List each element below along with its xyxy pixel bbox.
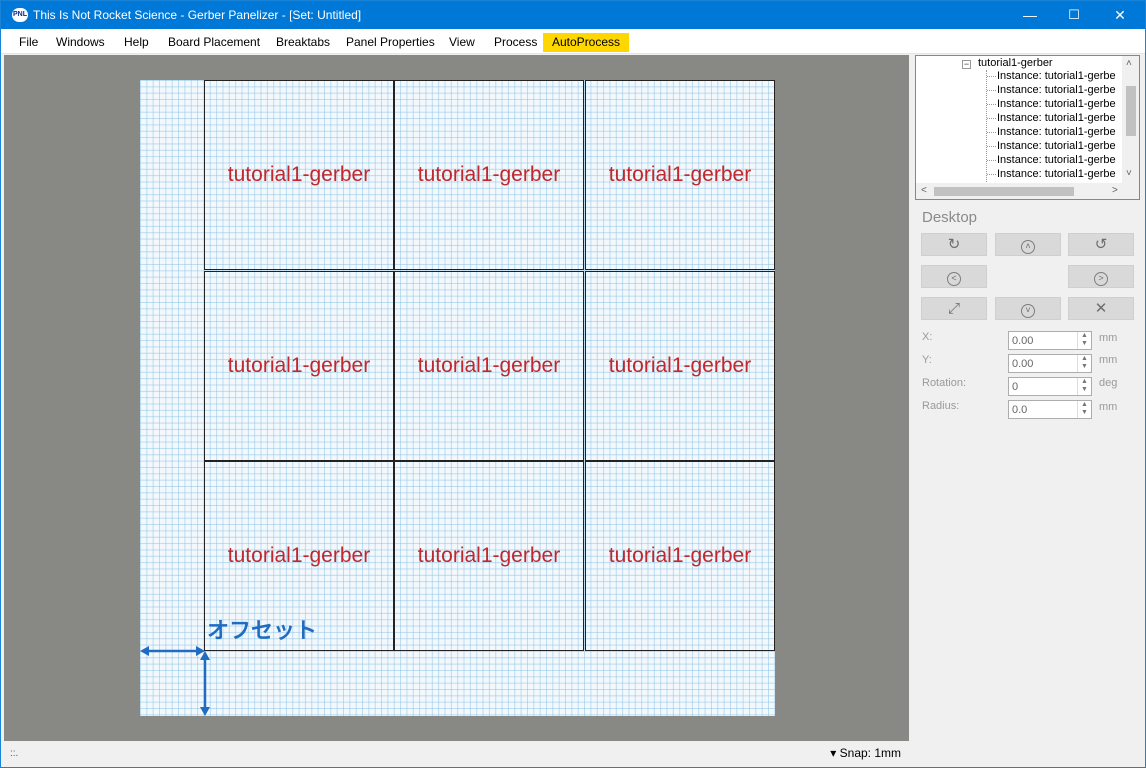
move-right-button[interactable]: >	[1068, 265, 1134, 288]
panel-section-title: Desktop	[922, 209, 978, 226]
status-bar: ::. ▾ Snap: 1mm	[4, 742, 909, 766]
tree-instance-item[interactable]: Instance: tutorial1-gerbe	[987, 140, 1116, 154]
spinner-icon[interactable]: ▲ ▼	[1077, 378, 1091, 395]
board-tile-label: tutorial1-gerber	[227, 544, 371, 567]
tree-root-item[interactable]: tutorial1-gerber	[978, 57, 1053, 69]
scroll-thumb[interactable]	[934, 187, 1074, 196]
radius-unit: mm	[1099, 401, 1118, 413]
tree-collapse-toggle[interactable]: −	[962, 60, 971, 69]
radius-field[interactable]: 0.0 ▲ ▼	[1008, 400, 1092, 419]
board-tile-label: tutorial1-gerber	[227, 163, 371, 186]
resize-grip-icon: ::.	[10, 748, 19, 759]
app-window: PNL This Is Not Rocket Science - Gerber …	[0, 0, 1146, 768]
board-tile-label: tutorial1-gerber	[608, 544, 752, 567]
menu-board-placement[interactable]: Board Placement	[159, 33, 269, 52]
y-field[interactable]: 0.00 ▲ ▼	[1008, 354, 1092, 373]
window-title: This Is Not Rocket Science - Gerber Pane…	[33, 8, 362, 22]
rotate-ccw-button[interactable]: ↺	[1068, 233, 1134, 256]
tree-horizontal-scrollbar[interactable]: < >	[916, 183, 1139, 199]
move-left-button[interactable]: <	[921, 265, 987, 288]
menu-breaktabs[interactable]: Breaktabs	[267, 33, 339, 52]
board-tile[interactable]: tutorial1-gerber	[204, 271, 394, 461]
title-bar[interactable]: PNL This Is Not Rocket Science - Gerber …	[1, 1, 1145, 29]
spinner-icon[interactable]: ▲ ▼	[1077, 332, 1091, 349]
tree-vertical-scrollbar[interactable]: ˄ ˅	[1122, 56, 1139, 184]
spinner-icon[interactable]: ▲ ▼	[1077, 355, 1091, 372]
chevron-up-icon: ˄	[1021, 240, 1035, 254]
maximize-button[interactable]: ☐	[1051, 1, 1097, 29]
tree-instance-item[interactable]: Instance: tutorial1-gerbe	[987, 168, 1116, 182]
scroll-right-icon[interactable]: >	[1112, 185, 1118, 196]
scroll-down-icon[interactable]: ˅	[1126, 168, 1132, 179]
move-down-button[interactable]: ˅	[995, 297, 1061, 320]
menu-file[interactable]: File	[10, 33, 47, 52]
tree-instance-item[interactable]: Instance: tutorial1-gerbe	[987, 154, 1116, 168]
menu-help[interactable]: Help	[115, 33, 158, 52]
tree-instance-item[interactable]: Instance: tutorial1-gerbe	[987, 126, 1116, 140]
tree-instance-item[interactable]: Instance: tutorial1-gerbe	[987, 112, 1116, 126]
panel-canvas[interactable]: tutorial1-gerber tutorial1-gerber tutori…	[4, 55, 909, 741]
tree-instance-item[interactable]: Instance: tutorial1-gerbe	[987, 70, 1116, 84]
minimize-button[interactable]: —	[1007, 1, 1053, 29]
scroll-up-icon[interactable]: ˄	[1126, 58, 1132, 69]
close-button[interactable]: ✕	[1097, 1, 1143, 29]
board-tile-label: tutorial1-gerber	[417, 544, 561, 567]
scroll-thumb[interactable]	[1126, 86, 1136, 136]
move-up-button[interactable]: ˄	[995, 233, 1061, 256]
rotate-ccw-icon: ↺	[1094, 236, 1108, 253]
properties-panel: − tutorial1-gerber Instance: tutorial1-g…	[910, 55, 1145, 767]
chevron-down-icon: ˅	[1021, 304, 1035, 318]
app-icon: PNL	[12, 8, 28, 22]
spinner-icon[interactable]: ▲ ▼	[1077, 401, 1091, 418]
offset-annotation-label: オフセット	[207, 619, 318, 644]
instance-tree[interactable]: − tutorial1-gerber Instance: tutorial1-g…	[915, 55, 1140, 200]
scroll-left-icon[interactable]: <	[921, 185, 927, 196]
contract-button[interactable]: ✕	[1068, 297, 1134, 320]
rotation-label: Rotation:	[922, 377, 967, 389]
offset-arrows-icon	[140, 646, 210, 716]
chevron-left-icon: <	[947, 272, 961, 286]
expand-button[interactable]: ⤢	[921, 297, 987, 320]
radius-label: Radius:	[922, 400, 960, 412]
board-tile-label: tutorial1-gerber	[417, 163, 561, 186]
board-tile[interactable]: tutorial1-gerber	[585, 461, 775, 651]
tree-instance-item[interactable]: Instance: tutorial1-gerbe	[987, 98, 1116, 112]
rotate-cw-icon: ↻	[947, 236, 961, 253]
expand-icon: ⤢	[947, 300, 960, 317]
contract-icon: ✕	[1094, 300, 1108, 317]
board-tile-label: tutorial1-gerber	[608, 163, 752, 186]
menu-bar: File Windows Help Board Placement Breakt…	[1, 29, 1145, 54]
panel-board[interactable]: tutorial1-gerber tutorial1-gerber tutori…	[140, 80, 775, 716]
chevron-right-icon: >	[1094, 272, 1108, 286]
dropdown-arrow-icon: ▾	[830, 746, 837, 760]
y-label: Y:	[922, 354, 932, 366]
board-tile-label: tutorial1-gerber	[227, 354, 371, 377]
y-unit: mm	[1099, 354, 1118, 366]
board-tile[interactable]: tutorial1-gerber	[585, 80, 775, 270]
tree-instance-item[interactable]: Instance: tutorial1-gerbe	[987, 84, 1116, 98]
x-label: X:	[922, 331, 933, 343]
board-tile-label: tutorial1-gerber	[417, 354, 561, 377]
board-tile[interactable]: tutorial1-gerber	[394, 461, 584, 651]
rotation-field[interactable]: 0 ▲ ▼	[1008, 377, 1092, 396]
board-tile[interactable]: tutorial1-gerber	[204, 80, 394, 270]
menu-view[interactable]: View	[440, 33, 484, 52]
menu-autoprocess[interactable]: AutoProcess	[543, 33, 630, 52]
rotate-cw-button[interactable]: ↻	[921, 233, 987, 256]
snap-value: Snap: 1mm	[839, 746, 901, 760]
menu-windows[interactable]: Windows	[47, 33, 114, 52]
menu-process[interactable]: Process	[485, 33, 546, 52]
board-tile-label: tutorial1-gerber	[608, 354, 752, 377]
menu-panel-properties[interactable]: Panel Properties	[337, 33, 444, 52]
x-unit: mm	[1099, 332, 1118, 344]
rotation-unit: deg	[1099, 377, 1118, 389]
board-tile[interactable]: tutorial1-gerber	[585, 271, 775, 461]
snap-selector[interactable]: ▾ Snap: 1mm	[830, 746, 901, 760]
board-tile[interactable]: tutorial1-gerber	[394, 80, 584, 270]
x-field[interactable]: 0.00 ▲ ▼	[1008, 331, 1092, 350]
board-tile[interactable]: tutorial1-gerber	[394, 271, 584, 461]
